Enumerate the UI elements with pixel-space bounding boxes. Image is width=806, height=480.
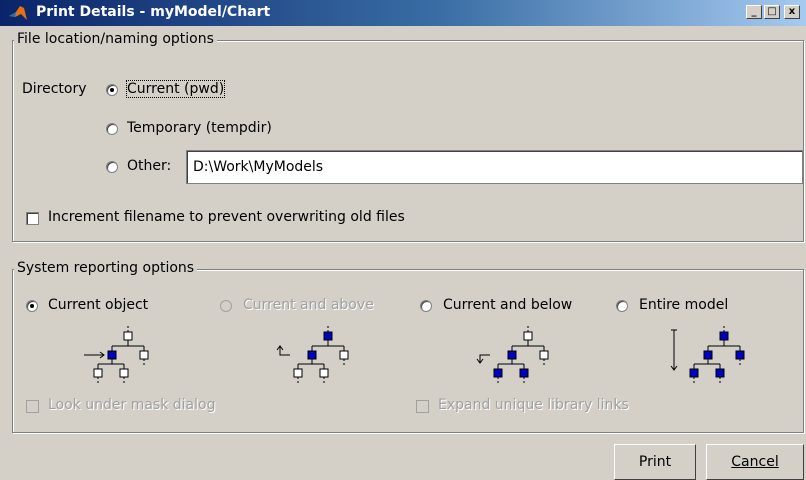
close-button[interactable]: x <box>784 5 800 19</box>
radio-selected-dot <box>110 88 114 92</box>
expand-library-links-label: Expand unique library links <box>438 397 629 413</box>
expand-library-links-checkbox <box>416 400 429 413</box>
current-and-below-hierarchy-icon <box>476 326 549 384</box>
title-bar[interactable]: Print Details - myModel/Chart _ □ x <box>0 0 806 26</box>
radio-current-and-below-label[interactable]: Current and below <box>443 297 572 313</box>
radio-selected-dot <box>30 304 34 308</box>
cancel-button[interactable]: Cancel <box>706 444 804 480</box>
window-title: Print Details - myModel/Chart <box>36 4 271 20</box>
radio-current-and-above-label: Current and above <box>243 297 374 313</box>
radio-current-pwd[interactable] <box>106 84 118 96</box>
directory-label: Directory <box>22 81 87 97</box>
current-object-hierarchy-icon <box>84 326 149 384</box>
increment-filename-label[interactable]: Increment filename to prevent overwritin… <box>48 209 405 225</box>
radio-current-object[interactable] <box>26 300 38 312</box>
system-reporting-legend: System reporting options <box>14 260 198 276</box>
file-location-legend: File location/naming options <box>14 31 217 47</box>
print-button[interactable]: Print <box>614 444 696 480</box>
increment-filename-checkbox[interactable] <box>26 212 39 225</box>
current-and-above-hierarchy-icon <box>276 326 349 384</box>
matlab-logo-icon <box>9 6 27 20</box>
radio-current-object-label[interactable]: Current object <box>48 297 148 313</box>
radio-temporary-label[interactable]: Temporary (tempdir) <box>127 120 272 136</box>
entire-model-hierarchy-icon <box>670 326 745 384</box>
radio-other[interactable] <box>106 161 118 173</box>
look-under-mask-label: Look under mask dialog <box>48 397 216 413</box>
radio-current-and-above <box>220 300 232 312</box>
radio-temporary-tempdir[interactable] <box>106 123 118 135</box>
radio-current-and-below[interactable] <box>420 300 432 312</box>
radio-other-label[interactable]: Other: <box>127 158 171 174</box>
other-directory-input[interactable]: D:\Work\MyModels <box>186 150 803 184</box>
maximize-button[interactable]: □ <box>764 5 780 19</box>
radio-entire-model-label[interactable]: Entire model <box>639 297 728 313</box>
look-under-mask-checkbox <box>26 400 39 413</box>
radio-entire-model[interactable] <box>616 300 628 312</box>
radio-current-pwd-label[interactable]: Current (pwd) <box>125 80 226 98</box>
minimize-button[interactable]: _ <box>746 5 762 19</box>
